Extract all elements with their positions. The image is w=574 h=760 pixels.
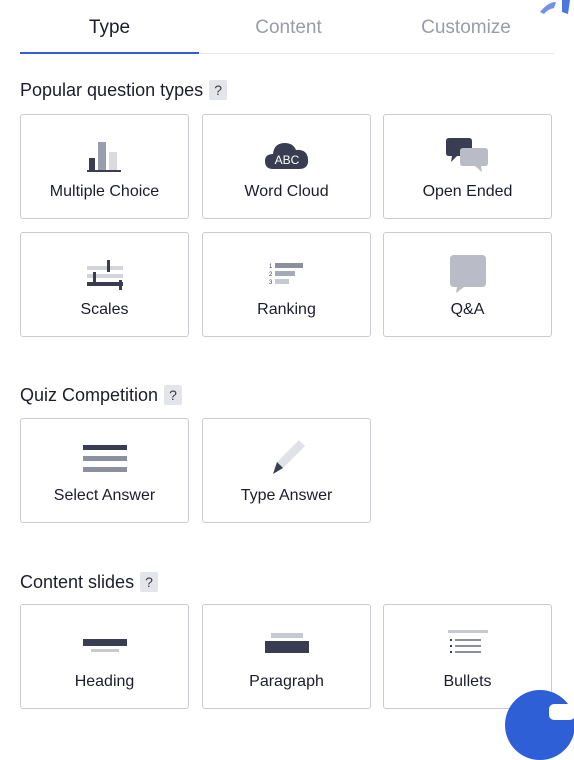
ranking-icon: 1 2 3 <box>203 253 370 295</box>
word-cloud-icon: ABC <box>203 135 370 177</box>
type-card-label: Paragraph <box>249 673 324 690</box>
heading-icon <box>21 625 188 667</box>
tab-type[interactable]: Type <box>20 14 199 42</box>
type-card-paragraph[interactable]: Paragraph <box>202 604 371 709</box>
type-card-scales[interactable]: Scales <box>20 232 189 337</box>
type-card-label: Q&A <box>450 301 485 318</box>
speech-bubbles-icon <box>384 135 551 177</box>
section-title-popular: Popular question types? <box>20 78 228 102</box>
help-icon[interactable]: ? <box>164 385 183 405</box>
type-card-label: Heading <box>74 673 135 690</box>
ranking-number: 2 <box>269 272 273 278</box>
type-card-label: Type Answer <box>240 487 333 504</box>
help-icon[interactable]: ? <box>140 572 159 592</box>
type-card-label: Open Ended <box>422 183 513 200</box>
type-card-label: Ranking <box>257 301 316 318</box>
type-card-multiple-choice[interactable]: Multiple Choice <box>20 114 189 219</box>
chat-launcher-button[interactable] <box>505 690 574 760</box>
type-card-label: Word Cloud <box>244 183 329 200</box>
section-title-quiz: Quiz Competition? <box>20 383 183 407</box>
section-title-content: Content slides? <box>20 570 159 594</box>
type-card-select-answer[interactable]: Select Answer <box>20 418 189 523</box>
section-title-text: Popular question types <box>20 80 204 100</box>
type-card-ranking[interactable]: 1 2 3 Ranking <box>202 232 371 337</box>
type-card-word-cloud[interactable]: ABC Word Cloud <box>202 114 371 219</box>
tab-bar: Type Content Customize <box>0 0 574 54</box>
type-card-label: Select Answer <box>53 487 156 504</box>
chat-icon <box>549 704 574 720</box>
type-card-qa[interactable]: Q&A <box>383 232 552 337</box>
help-icon[interactable]: ? <box>209 80 228 100</box>
bullets-icon <box>384 625 551 667</box>
type-card-heading[interactable]: Heading <box>20 604 189 709</box>
paragraph-icon <box>203 625 370 667</box>
bar-chart-icon <box>21 135 188 177</box>
type-card-open-ended[interactable]: Open Ended <box>383 114 552 219</box>
type-card-type-answer[interactable]: Type Answer <box>202 418 371 523</box>
type-card-label: Scales <box>80 301 129 318</box>
word-cloud-icon-text: ABC <box>274 153 299 167</box>
pencil-icon <box>203 439 370 481</box>
qa-bubble-icon <box>384 253 551 295</box>
tab-content[interactable]: Content <box>199 14 378 42</box>
type-card-label: Bullets <box>443 673 492 690</box>
section-title-text: Content slides <box>20 572 135 592</box>
tab-divider <box>199 53 554 54</box>
sliders-icon <box>21 253 188 295</box>
section-title-text: Quiz Competition <box>20 385 159 405</box>
ranking-number: 1 <box>269 264 273 270</box>
corner-decoration-icon <box>540 0 570 14</box>
ranking-number: 3 <box>269 280 273 286</box>
active-tab-underline <box>20 52 199 54</box>
type-card-label: Multiple Choice <box>49 183 160 200</box>
list-lines-icon <box>21 439 188 481</box>
